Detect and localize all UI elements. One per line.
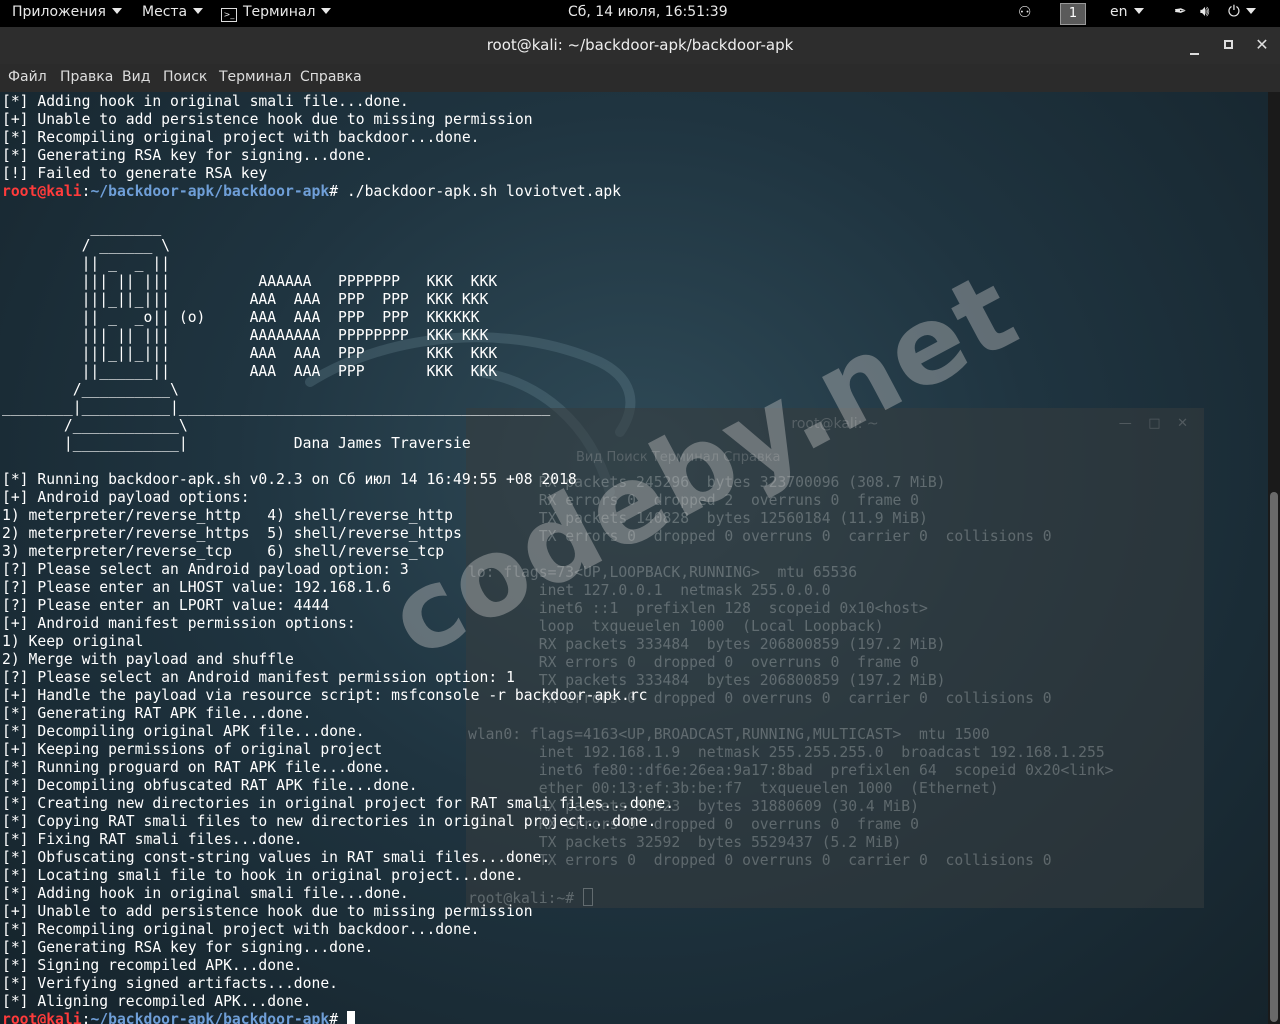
power-icon: ⏻ <box>1228 2 1240 20</box>
scrollbar-thumb[interactable] <box>1270 492 1278 1022</box>
terminal-line: [+] Keeping permissions of original proj… <box>2 741 383 758</box>
banner-line: ||| || ||| AAAAAA PPPPPPP KKK KKK <box>2 273 498 290</box>
banner-line: ||| || ||| AAAAAAAA PPPPPPPP KKK KKK <box>2 327 489 344</box>
banner-line: ________ <box>2 219 162 236</box>
banner-line: ||______|| AAA AAA PPP KKK KKK <box>2 363 498 380</box>
network-people-icon[interactable]: ⚇ <box>1018 3 1031 21</box>
terminal-line: [*] Aligning recompiled APK...done. <box>2 993 312 1010</box>
volume-icon[interactable]: 🔊︎ <box>1200 2 1209 20</box>
terminal-line: [*] Generating RSA key for signing...don… <box>2 147 374 164</box>
terminal-line: [+] Unable to add persistence hook due t… <box>2 903 533 920</box>
terminal-line: [*] Verifying signed artifacts...done. <box>2 975 339 992</box>
language-menu[interactable]: en <box>1110 4 1144 20</box>
power-menu[interactable]: ⏻ <box>1228 2 1256 20</box>
chevron-down-icon <box>193 8 204 14</box>
terminal-line: [*] Fixing RAT smali files...done. <box>2 831 303 848</box>
banner-line: || _ _ || <box>2 255 171 272</box>
prompt-user: root@kali <box>2 183 82 200</box>
terminal-line: [+] Unable to add persistence hook due t… <box>2 111 533 128</box>
workspace-indicator[interactable]: 1 <box>1060 3 1086 25</box>
places-label: Места <box>142 4 188 20</box>
clock[interactable]: Сб, 14 июля, 16:51:39 <box>568 4 728 20</box>
prompt-path: ~/backdoor-apk/backdoor-apk <box>90 1011 330 1024</box>
banner-line: |||_||_||| AAA AAA PPP PPP KKK KKK <box>2 291 489 308</box>
terminal-line: 2) Merge with payload and shuffle <box>2 651 294 668</box>
prompt-path: ~/backdoor-apk/backdoor-apk <box>90 183 330 200</box>
menu-bar: Файл Правка Вид Поиск Терминал Справка <box>0 64 1280 92</box>
minimize-icon <box>1189 53 1199 55</box>
applications-menu[interactable]: Приложения <box>12 4 122 20</box>
terminal-line: [*] Signing recompiled APK...done. <box>2 957 303 974</box>
banner-line: /____________\ <box>2 417 188 434</box>
prompt-user: root@kali <box>2 1011 82 1024</box>
pen-icon[interactable]: ✒ <box>1174 2 1187 20</box>
window-title: root@kali: ~/backdoor-apk/backdoor-apk <box>486 36 794 54</box>
close-button[interactable]: ✕ <box>1250 33 1274 57</box>
banner-line: ________|__________|____________________… <box>2 399 551 416</box>
terminal-line: [*] Recompiling original project with ba… <box>2 921 480 938</box>
menu-help[interactable]: Справка <box>300 69 362 85</box>
terminal-line: [*] Adding hook in original smali file..… <box>2 885 409 902</box>
chevron-down-icon <box>111 8 122 14</box>
banner-line <box>2 201 674 219</box>
window-titlebar[interactable]: root@kali: ~/backdoor-apk/backdoor-apk ✕ <box>0 27 1280 64</box>
terminal-line: [*] Locating smali file to hook in origi… <box>2 867 524 884</box>
terminal-line: [*] Recompiling original project with ba… <box>2 129 480 146</box>
prompt-line: root@kali:~/backdoor-apk/backdoor-apk# .… <box>2 183 674 201</box>
prompt-symbol: # <box>329 183 347 200</box>
text-cursor[interactable] <box>346 1011 355 1024</box>
terminal-line: [*] Decompiling original APK file...done… <box>2 723 365 740</box>
terminal-line: [+] Android manifest permission options: <box>2 615 356 632</box>
prompt-symbol: # <box>329 1011 347 1024</box>
prompt-line: root@kali:~/backdoor-apk/backdoor-apk# <box>2 1011 674 1024</box>
applications-label: Приложения <box>12 4 106 20</box>
terminal-line: [?] Please select an Android manifest pe… <box>2 669 515 686</box>
terminal-line: [*] Generating RSA key for signing...don… <box>2 939 374 956</box>
terminal-line: [*] Obfuscating const-string values in R… <box>2 849 551 866</box>
banner-line: |____________| Dana James Traversie <box>2 435 471 452</box>
banner-line: || _ _o|| (o) AAA AAA PPP PPP KKKKKK <box>2 309 480 326</box>
chevron-down-icon <box>321 8 332 14</box>
terminal-line: [*] Running proguard on RAT APK file...d… <box>2 759 392 776</box>
terminal-line: [+] Handle the payload via resource scri… <box>2 687 648 704</box>
maximize-icon <box>1223 40 1233 49</box>
prompt-command: ./backdoor-apk.sh loviotvet.apk <box>346 183 622 200</box>
terminal-app-label: Терминал <box>243 4 316 20</box>
terminal-app-menu[interactable]: >_ Терминал <box>221 4 332 22</box>
terminal-line: [*] Decompiling obfuscated RAT APK file.… <box>2 777 418 794</box>
terminal-line: [*] Copying RAT smali files to new direc… <box>2 813 657 830</box>
places-menu[interactable]: Места <box>142 4 204 20</box>
banner-line: |||_||_||| AAA AAA PPP KKK KKK <box>2 345 498 362</box>
terminal-icon: >_ <box>221 8 237 22</box>
top-bar: Приложения Места >_ Терминал Сб, 14 июля,… <box>0 0 1280 27</box>
chevron-down-icon <box>1245 8 1256 14</box>
terminal-line: [*] Creating new directories in original… <box>2 795 675 812</box>
close-icon: ✕ <box>1255 35 1269 54</box>
terminal-line: [*] Adding hook in original smali file..… <box>2 93 409 110</box>
menu-file[interactable]: Файл <box>8 69 47 85</box>
banner-line: /__________\ <box>2 381 179 398</box>
maximize-button[interactable] <box>1216 33 1240 57</box>
background-window-controls: — □ ✕ <box>1118 416 1188 431</box>
terminal-line: [*] Generating RAT APK file...done. <box>2 705 312 722</box>
banner-line: / ______ \ <box>2 237 171 254</box>
menu-terminal[interactable]: Терминал <box>219 69 291 85</box>
terminal-view[interactable]: root@kali: ~ — □ ✕ Вид Поиск Терминал Сп… <box>0 92 1268 1024</box>
terminal-line: 1) Keep original <box>2 633 144 650</box>
menu-search[interactable]: Поиск <box>163 69 207 85</box>
minimize-button[interactable] <box>1182 33 1206 57</box>
language-label: en <box>1110 4 1128 20</box>
terminal-line: [!] Failed to generate RSA key <box>2 165 268 182</box>
chevron-down-icon <box>1133 8 1144 14</box>
menu-view[interactable]: Вид <box>122 69 150 85</box>
menu-edit[interactable]: Правка <box>60 69 113 85</box>
